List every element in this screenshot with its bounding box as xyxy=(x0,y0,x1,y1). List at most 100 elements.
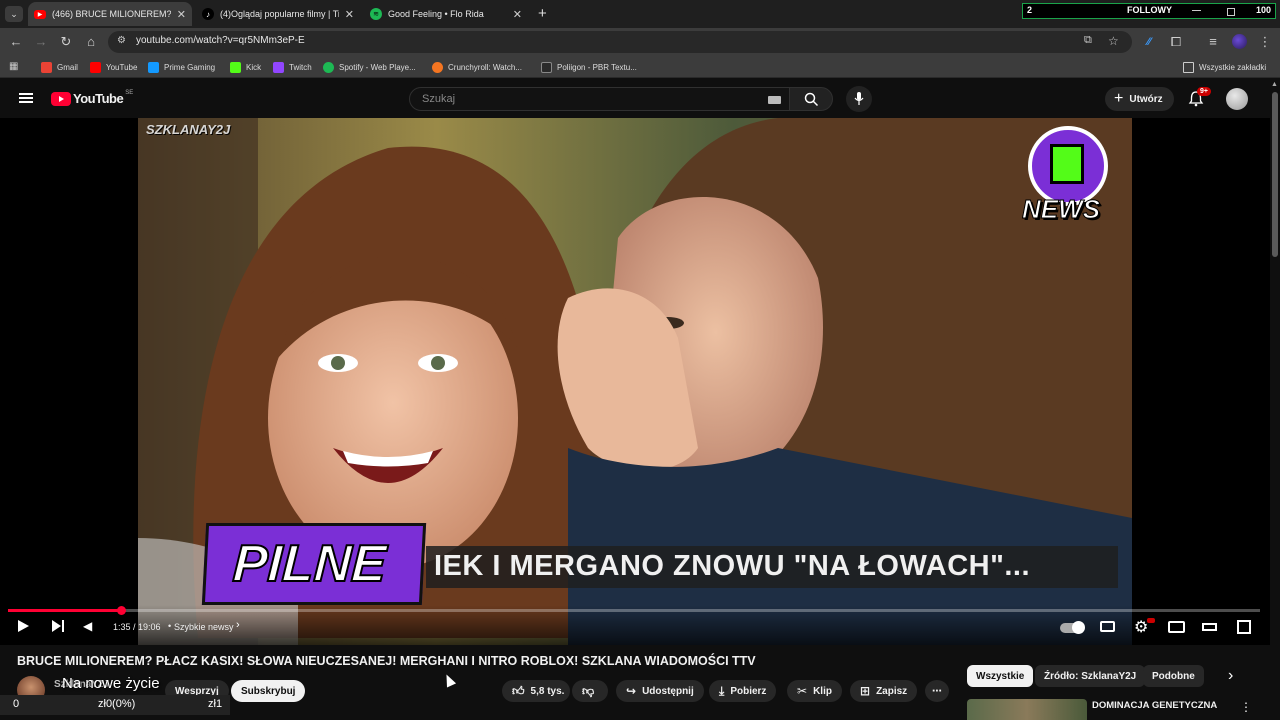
download-label: Pobierz xyxy=(730,685,767,697)
download-button[interactable]: ⤓ Pobierz xyxy=(709,680,777,702)
share-button[interactable]: ↪ Udostępnij xyxy=(616,680,704,702)
fullscreen-icon[interactable] xyxy=(1237,620,1251,634)
bookmark-label: Kick xyxy=(246,62,262,72)
recommended-title[interactable]: DOMINACJA GENETYCZNA xyxy=(1092,700,1217,711)
tab-youtube[interactable]: ▶ (466) BRUCE MILIONEREM? PŁ ✕ xyxy=(28,2,192,26)
keyboard-icon[interactable] xyxy=(768,96,781,104)
profile-avatar[interactable] xyxy=(1232,34,1247,49)
new-tab-button[interactable]: + xyxy=(538,5,547,22)
gmail-icon xyxy=(41,61,52,73)
miniplayer-icon[interactable] xyxy=(1168,621,1185,633)
bookmark-label: YouTube xyxy=(106,62,138,72)
save-button[interactable]: ⊞ Zapisz xyxy=(850,680,918,702)
donation-goal: zł1 xyxy=(208,698,223,710)
twitch-icon xyxy=(273,61,284,73)
site-info-icon[interactable]: ⚙ xyxy=(117,35,126,46)
bookmark-poliigon[interactable]: Poliigon - PBR Textu... xyxy=(541,60,637,74)
channel-watermark: SZKLANAY2J xyxy=(146,122,231,137)
save-icon: ⊞ xyxy=(860,684,871,698)
next-bar xyxy=(62,620,64,632)
tab-search-icon[interactable]: ⌄ xyxy=(5,6,23,22)
recommended-thumbnail[interactable] xyxy=(967,699,1087,720)
scroll-up-icon[interactable]: ▲ xyxy=(1271,81,1278,88)
tab-spotify[interactable]: ≋ Good Feeling • Flo Rida ✕ xyxy=(364,2,528,26)
like-button[interactable]: 👍︎ 5,8 tys. xyxy=(502,680,570,702)
recommended-more-icon[interactable]: ⋮ xyxy=(1240,700,1252,714)
youtube-logo[interactable]: YouTube SE xyxy=(51,90,133,106)
bookmark-label: Twitch xyxy=(289,62,312,72)
url-text[interactable]: youtube.com/watch?v=qr5NMm3eP-E xyxy=(136,35,305,46)
browser-tab-bar: ⌄ ▶ (466) BRUCE MILIONEREM? PŁ ✕ ♪ (4)Og… xyxy=(0,0,1280,28)
reload-icon[interactable]: ↻ xyxy=(58,34,74,50)
kick-icon xyxy=(230,61,241,73)
tab-title: (4)Oglądaj popularne filmy | Ti xyxy=(220,9,339,19)
more-horizontal-icon: ⋯ xyxy=(932,685,942,697)
extension-icon[interactable]: ⁄⁄ xyxy=(1141,34,1157,50)
clip-button[interactable]: ✂ Klip xyxy=(787,680,842,702)
scrollbar-thumb[interactable] xyxy=(1272,92,1278,257)
overlay-text: Na nowe życie xyxy=(62,675,160,692)
account-avatar[interactable] xyxy=(1226,88,1248,110)
next-icon[interactable] xyxy=(52,620,61,632)
bookmark-kick[interactable]: Kick xyxy=(230,60,261,74)
settings-hd-badge xyxy=(1147,618,1155,623)
maximize-icon[interactable] xyxy=(1227,8,1235,16)
play-icon[interactable] xyxy=(18,620,29,632)
close-icon[interactable]: ✕ xyxy=(177,8,186,21)
omnibox[interactable]: ⚙ youtube.com/watch?v=qr5NMm3eP-E ⧉ ☆ xyxy=(108,31,1132,53)
thumbs-up-icon: 👍︎ xyxy=(512,683,525,698)
chip-all[interactable]: Wszystkie xyxy=(967,665,1034,687)
video-frame[interactable]: SZKLANAY2J NEWS PILNE IEK I MERGANO ZNOW… xyxy=(138,118,1132,645)
autoplay-toggle[interactable] xyxy=(1060,621,1085,634)
search-input[interactable]: Szukaj xyxy=(409,87,790,111)
plus-icon: + xyxy=(1114,90,1124,107)
search-icon xyxy=(804,92,819,107)
followy-label: FOLLOWY xyxy=(1127,5,1172,15)
progress-fill xyxy=(8,609,121,612)
volume-icon[interactable]: ◀ xyxy=(83,619,92,633)
bookmark-star-icon[interactable]: ☆ xyxy=(1108,34,1119,48)
tab-tiktok[interactable]: ♪ (4)Oglądaj popularne filmy | Ti ✕ xyxy=(196,2,360,26)
share-icon: ↪ xyxy=(626,684,637,698)
progress-track[interactable] xyxy=(8,606,1260,615)
subscribe-button[interactable]: Subskrybuj xyxy=(231,680,306,702)
chip-next-chevron-icon[interactable]: › xyxy=(1228,667,1233,685)
theater-mode-icon[interactable] xyxy=(1202,623,1217,631)
menu-icon[interactable]: ⋮ xyxy=(1257,34,1273,50)
forward-icon[interactable]: → xyxy=(33,34,49,50)
more-actions-button[interactable]: ⋯ xyxy=(925,680,949,702)
bookmark-gmail[interactable]: Gmail xyxy=(41,60,78,74)
back-icon[interactable]: ← xyxy=(8,34,24,50)
queue-icon[interactable]: ≡ xyxy=(1205,34,1221,50)
create-button[interactable]: + Utwórz xyxy=(1105,87,1174,111)
install-icon[interactable]: ⧉ xyxy=(1084,34,1092,47)
notifications-button[interactable]: 9+ xyxy=(1188,87,1211,108)
clip-label: Klip xyxy=(813,685,832,697)
voice-search-button[interactable] xyxy=(846,86,872,112)
bookmark-youtube[interactable]: YouTube xyxy=(90,60,137,74)
hamburger-menu-icon[interactable] xyxy=(19,93,33,103)
dislike-button[interactable]: 👎︎ xyxy=(572,680,608,702)
puzzle-icon[interactable]: ⧠ xyxy=(1168,34,1184,50)
close-icon[interactable]: ✕ xyxy=(513,8,522,21)
search-placeholder: Szukaj xyxy=(422,93,456,105)
bookmark-prime-gaming[interactable]: Prime Gaming xyxy=(148,60,215,74)
subtitles-icon[interactable] xyxy=(1100,621,1115,632)
bookmark-crunchyroll[interactable]: Crunchyroll: Watch... xyxy=(432,60,522,74)
progress-scrubber[interactable] xyxy=(117,606,126,615)
apps-grid-icon[interactable]: ▦ xyxy=(9,61,18,72)
search-button[interactable] xyxy=(789,87,833,111)
bookmark-spotify[interactable]: Spotify - Web Playe... xyxy=(323,60,416,74)
home-icon[interactable]: ⌂ xyxy=(83,34,99,50)
chapter-title[interactable]: Szybkie newsy xyxy=(174,622,234,632)
chevron-right-icon[interactable]: › xyxy=(236,619,240,631)
bookmark-twitch[interactable]: Twitch xyxy=(273,60,312,74)
player-controls: ◀ 1:35 / 19:06 • Szybkie newsy › ⚙ xyxy=(0,605,1270,645)
chip-related[interactable]: Podobne xyxy=(1143,665,1204,687)
video-title: BRUCE MILIONEREM? PŁACZ KASIX! SŁOWA NIE… xyxy=(17,654,756,668)
chip-source[interactable]: Źródło: SzklanaY2J xyxy=(1035,665,1146,687)
close-icon[interactable]: ✕ xyxy=(345,8,354,21)
all-bookmarks[interactable]: Wszystkie zakładki xyxy=(1183,60,1266,74)
donation-current: 0 xyxy=(13,698,20,710)
minimize-icon[interactable] xyxy=(1192,10,1201,11)
